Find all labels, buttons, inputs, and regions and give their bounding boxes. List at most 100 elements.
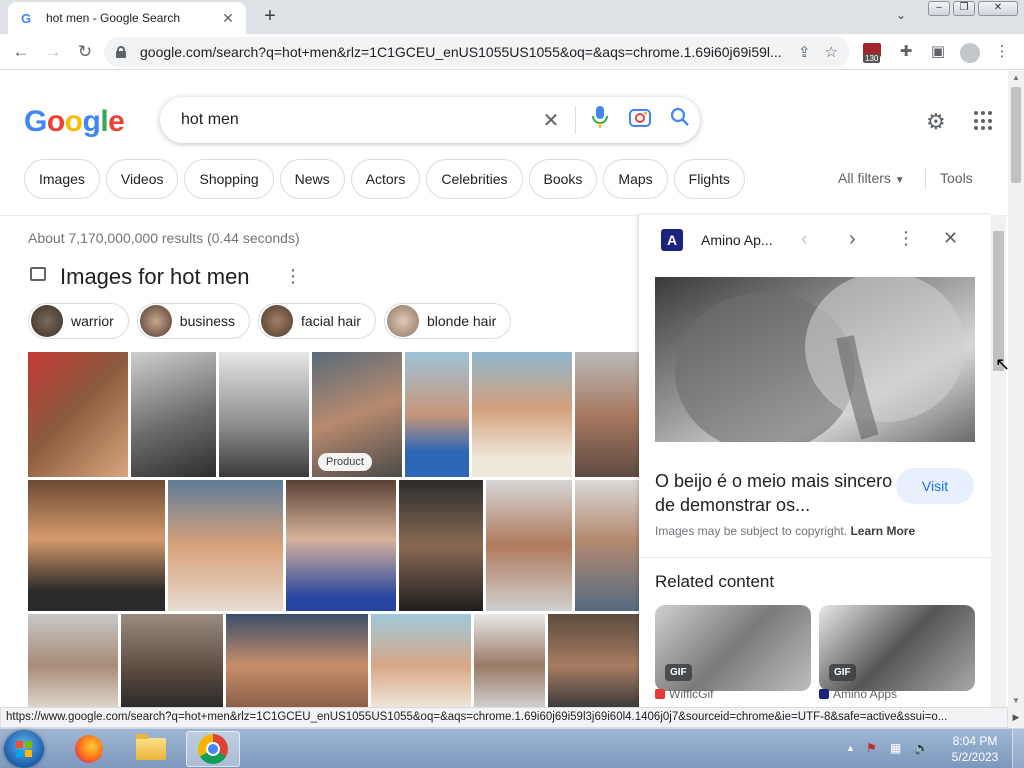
image-refinement-chips: warrior business facial hair blonde hair <box>28 303 512 339</box>
chip-shopping[interactable]: Shopping <box>184 159 274 199</box>
image-result[interactable] <box>28 480 165 611</box>
image-result[interactable] <box>486 480 572 611</box>
image-result[interactable] <box>472 352 572 477</box>
image-result[interactable] <box>219 352 309 477</box>
image-result[interactable] <box>226 614 368 707</box>
image-result[interactable] <box>474 614 545 707</box>
refine-chip-business[interactable]: business <box>136 303 251 339</box>
image-result[interactable] <box>28 352 128 477</box>
forward-arrow-icon[interactable]: → <box>42 41 64 63</box>
all-filters-dropdown[interactable]: All filters ▼ <box>838 170 905 186</box>
image-result[interactable] <box>575 480 640 611</box>
page-scrollbar[interactable]: ▲ ▼ <box>1008 71 1024 707</box>
minimize-window-button[interactable]: – <box>928 1 950 16</box>
chip-celebrities[interactable]: Celebrities <box>426 159 523 199</box>
chip-news[interactable]: News <box>279 159 345 199</box>
chip-images[interactable]: Images <box>24 159 100 199</box>
search-box[interactable]: hot men ✕ <box>160 97 700 143</box>
profile-avatar[interactable] <box>960 43 980 63</box>
image-result[interactable] <box>131 352 216 477</box>
image-result[interactable] <box>168 480 283 611</box>
related-card[interactable]: GIF <box>819 605 975 691</box>
scroll-right-arrow-icon[interactable]: ▶ <box>1008 707 1024 728</box>
taskbar-file-explorer[interactable] <box>124 731 178 767</box>
preview-image[interactable] <box>655 277 975 442</box>
more-options-icon[interactable]: ⋮ <box>284 266 302 287</box>
image-result[interactable] <box>548 614 640 707</box>
preview-title[interactable]: O beijo é o meio mais sincero de demonst… <box>655 469 895 517</box>
chip-flights[interactable]: Flights <box>673 159 745 199</box>
tools-button[interactable]: Tools <box>940 170 973 186</box>
image-result[interactable] <box>399 480 483 611</box>
image-result[interactable]: Product <box>312 352 402 477</box>
google-logo[interactable]: Google <box>24 105 125 139</box>
restore-window-button[interactable]: ❐ <box>953 1 975 16</box>
refine-thumbnail <box>31 305 63 337</box>
panel-scrollbar[interactable] <box>991 215 1006 707</box>
share-icon[interactable]: ⇪ <box>798 43 811 61</box>
bookmark-star-icon[interactable]: ☆ <box>825 43 838 61</box>
back-arrow-icon[interactable]: ← <box>10 41 32 63</box>
panel-close-icon[interactable]: ✕ <box>943 228 958 249</box>
refine-chip-warrior[interactable]: warrior <box>28 303 129 339</box>
extension-icon[interactable]: 130 <box>863 43 883 65</box>
close-window-button[interactable]: ✕ <box>978 1 1018 16</box>
scroll-down-arrow-icon[interactable]: ▼ <box>1012 696 1020 705</box>
gif-badge: GIF <box>829 664 856 681</box>
system-clock[interactable]: 8:04 PM 5/2/2023 <box>948 733 1002 765</box>
copyright-text: Images may be subject to copyright. <box>655 524 848 538</box>
chrome-menu-icon[interactable]: ⋮ <box>992 42 1012 60</box>
related-source[interactable]: WifflcGif <box>655 687 713 701</box>
new-tab-button[interactable]: + <box>258 5 282 28</box>
images-section-title[interactable]: Images for hot men <box>60 264 250 290</box>
puzzle-extensions-icon[interactable]: ✚ <box>896 42 916 60</box>
refine-chip-blonde-hair[interactable]: blonde hair <box>383 303 512 339</box>
refine-chip-facial-hair[interactable]: facial hair <box>258 303 376 339</box>
show-desktop-button[interactable] <box>1012 729 1024 768</box>
visit-button[interactable]: Visit <box>896 468 974 504</box>
image-result[interactable] <box>405 352 469 477</box>
url-text[interactable]: google.com/search?q=hot+men&rlz=1C1GCEU_… <box>140 44 784 60</box>
tray-volume-icon[interactable]: 🔈 <box>914 741 929 755</box>
tray-network-icon[interactable]: ▦ <box>890 741 901 755</box>
tray-expand-icon[interactable]: ▲ <box>846 743 855 753</box>
side-panel-icon[interactable]: ▣ <box>928 42 948 60</box>
chip-maps[interactable]: Maps <box>603 159 668 199</box>
page-scrollbar-thumb[interactable] <box>1011 87 1021 183</box>
panel-scrollbar-thumb[interactable] <box>993 231 1004 371</box>
voice-search-icon[interactable] <box>580 106 620 134</box>
google-favicon-icon: G <box>20 10 32 26</box>
scroll-up-arrow-icon[interactable]: ▲ <box>1012 73 1020 82</box>
lock-icon[interactable] <box>116 46 126 58</box>
chip-books[interactable]: Books <box>528 159 598 199</box>
tab-close-button[interactable]: ✕ <box>220 10 236 27</box>
tray-security-icon[interactable]: ⚑ <box>866 741 877 755</box>
reload-icon[interactable]: ↻ <box>74 41 96 63</box>
image-result[interactable] <box>28 614 118 707</box>
google-apps-icon[interactable] <box>974 111 994 131</box>
previous-chevron-icon[interactable]: ‹ <box>801 228 808 251</box>
next-chevron-icon[interactable]: › <box>849 228 856 251</box>
image-result[interactable] <box>575 352 640 477</box>
image-result[interactable] <box>286 480 396 611</box>
start-button[interactable] <box>4 730 44 768</box>
panel-site-name[interactable]: Amino Ap... <box>701 232 773 248</box>
related-card[interactable]: GIF <box>655 605 811 691</box>
settings-gear-icon[interactable]: ⚙ <box>926 109 946 135</box>
taskbar-firefox[interactable] <box>62 731 116 767</box>
related-source[interactable]: Amino Apps <box>819 687 897 701</box>
tab-search-chevron-icon[interactable]: ⌄ <box>896 8 906 22</box>
chip-videos[interactable]: Videos <box>105 159 179 199</box>
search-input[interactable]: hot men <box>181 111 531 129</box>
browser-tab[interactable]: G hot men - Google Search ✕ <box>8 2 246 34</box>
learn-more-link[interactable]: Learn More <box>850 524 915 538</box>
image-result[interactable] <box>121 614 223 707</box>
panel-more-icon[interactable]: ⋮ <box>897 228 915 249</box>
search-icon[interactable] <box>660 107 700 133</box>
clear-search-icon[interactable]: ✕ <box>531 108 571 133</box>
taskbar-chrome[interactable] <box>186 731 240 767</box>
camera-lens-icon[interactable] <box>620 107 660 133</box>
image-result[interactable] <box>371 614 471 707</box>
chip-actors[interactable]: Actors <box>350 159 421 199</box>
address-bar[interactable]: google.com/search?q=hot+men&rlz=1C1GCEU_… <box>104 37 850 67</box>
